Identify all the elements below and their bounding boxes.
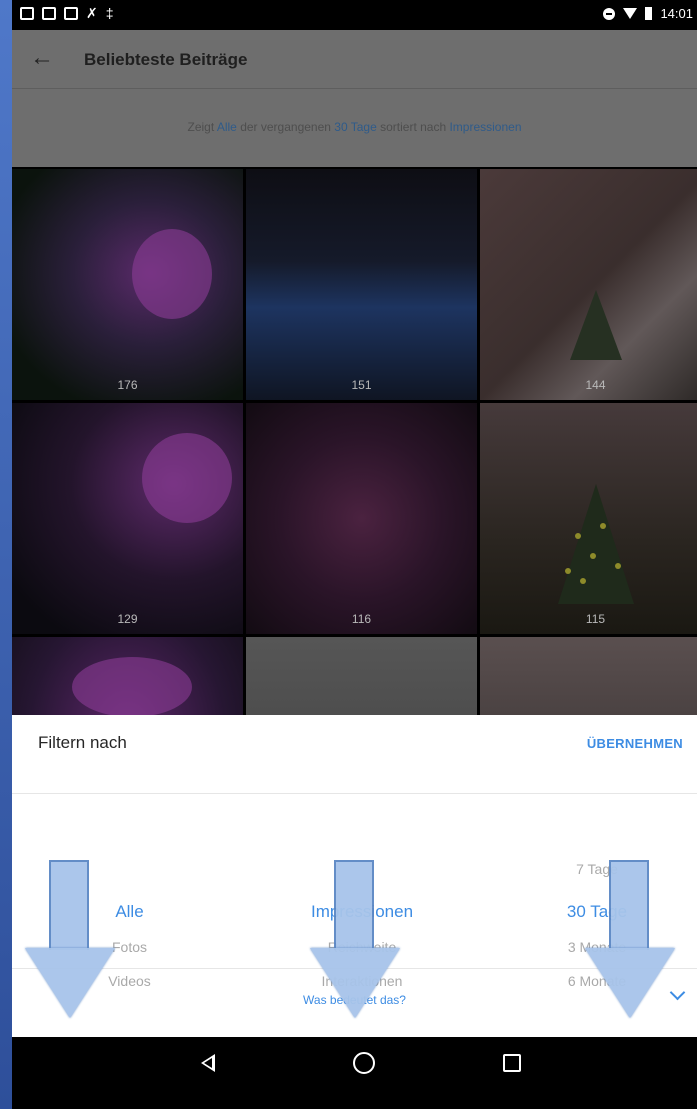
light-glow	[72, 657, 192, 717]
nav-back-icon[interactable]	[201, 1054, 215, 1072]
annotation-arrow-down	[25, 860, 115, 1020]
missed-call-icon: ✗	[86, 5, 98, 21]
summary-period[interactable]: 30 Tage	[334, 120, 377, 134]
post-thumbnail[interactable]: 176	[12, 169, 243, 400]
annotation-arrow-down	[585, 860, 675, 1020]
post-thumbnail[interactable]: 115	[480, 403, 697, 634]
impressions-count: 176	[117, 378, 138, 392]
image-icon	[20, 7, 34, 20]
nav-recents-icon[interactable]	[503, 1054, 521, 1072]
impressions-count: 115	[585, 612, 606, 626]
light-glow	[142, 433, 232, 523]
christmas-tree-shape	[557, 484, 634, 604]
app-notification-icon: ‡	[105, 5, 114, 21]
post-thumbnail[interactable]: 116	[246, 403, 477, 634]
summary-text: sortiert nach	[376, 120, 450, 134]
impressions-count: 144	[585, 378, 606, 392]
android-nav-bar	[12, 1037, 697, 1109]
annotation-arrow-down	[310, 860, 400, 1020]
impressions-count: 116	[351, 612, 372, 626]
summary-text: Zeigt	[187, 120, 217, 134]
nav-home-icon[interactable]	[353, 1052, 375, 1074]
filter-title: Filtern nach	[38, 733, 127, 752]
status-time: 14:01	[660, 6, 693, 21]
posts-grid: 176 151 144 129 116 115	[12, 167, 697, 868]
back-arrow-icon[interactable]: ←	[30, 44, 54, 72]
gallery-icon	[42, 7, 56, 20]
battery-icon	[645, 7, 653, 20]
plant-shape	[569, 290, 622, 360]
page-title: Beliebteste Beiträge	[84, 50, 248, 69]
impressions-count: 151	[351, 378, 372, 392]
slide-edge	[0, 0, 12, 1109]
post-thumbnail[interactable]: 144	[480, 169, 697, 400]
app-bar: ← Beliebteste Beiträge	[12, 30, 697, 89]
impressions-count: 129	[117, 612, 138, 626]
do-not-disturb-icon	[603, 7, 616, 20]
summary-metric[interactable]: Impressionen	[449, 120, 521, 134]
wifi-icon	[623, 8, 638, 19]
summary-text: der vergangenen	[236, 120, 335, 134]
apply-button[interactable]: ÜBERNEHMEN	[587, 736, 683, 751]
notification-icons: ✗ ‡	[20, 5, 114, 21]
mail-icon	[64, 7, 78, 20]
light-glow	[132, 229, 212, 319]
post-thumbnail[interactable]: 129	[12, 403, 243, 634]
filter-summary-bar: Zeigt Alle der vergangenen 30 Tage sorti…	[12, 89, 697, 167]
summary-type[interactable]: Alle	[217, 120, 237, 134]
filter-sheet-header: Filtern nach ÜBERNEHMEN	[12, 715, 697, 794]
status-bar: ✗ ‡ 14:01	[12, 0, 697, 30]
filter-summary: Zeigt Alle der vergangenen 30 Tage sorti…	[12, 120, 697, 134]
post-thumbnail[interactable]: 151	[246, 169, 477, 400]
